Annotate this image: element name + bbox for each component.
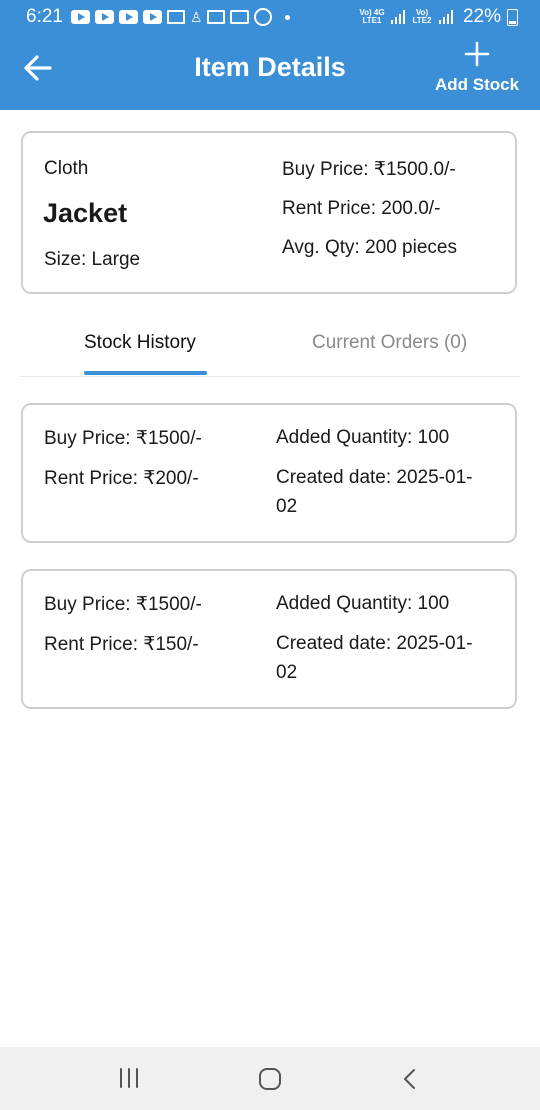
recents-button[interactable] — [117, 1067, 141, 1089]
signal2-icon — [438, 10, 453, 24]
stock-added-quantity: Added Quantity: 100 — [276, 427, 450, 448]
home-icon — [259, 1068, 281, 1090]
stock-history-card: Buy Price: ₹1500/- Rent Price: ₹200/- Ad… — [21, 403, 517, 543]
gmail-icon — [166, 10, 185, 24]
network1-label: Vo) 4G LTE1 — [359, 8, 385, 25]
item-category: Cloth — [44, 158, 89, 179]
add-stock-button[interactable]: Add Stock — [432, 40, 522, 102]
whatsapp-icon — [253, 8, 272, 26]
status-bar: 6:21 ♙ Vo) 4G LTE1 Vo) LTE2 22% — [0, 0, 540, 34]
signal1-icon — [390, 10, 405, 24]
tab-indicator — [84, 371, 207, 375]
stock-buy-price: Buy Price: ₹1500/- — [44, 428, 202, 449]
network2-label: Vo) LTE2 — [412, 8, 432, 25]
youtube-icon — [94, 10, 114, 24]
tab-bar: Stock History Current Orders (0) — [20, 318, 520, 377]
item-rent-price: Rent Price: 200.0/- — [282, 198, 441, 219]
youtube-icon — [142, 10, 162, 24]
recents-icon — [120, 1068, 138, 1088]
youtube-icon — [70, 10, 90, 24]
stock-added-quantity: Added Quantity: 100 — [276, 593, 450, 614]
add-stock-label: Add Stock — [434, 75, 520, 94]
tab-stock-history[interactable]: Stock History — [84, 332, 196, 354]
person-icon: ♙ — [189, 9, 203, 25]
stock-created-date: Created date: 2025-01-02 — [276, 633, 473, 683]
arrow-left-icon — [24, 55, 52, 81]
stock-created-date: Created date: 2025-01-02 — [276, 467, 473, 517]
gmail-icon — [206, 10, 225, 24]
plus-icon — [464, 41, 490, 67]
nav-back-button[interactable] — [399, 1067, 421, 1091]
media-icon — [229, 10, 249, 24]
stock-buy-price: Buy Price: ₹1500/- — [44, 594, 202, 615]
item-avg-qty: Avg. Qty: 200 pieces — [282, 237, 457, 258]
status-time: 6:21 — [26, 6, 63, 27]
item-size: Size: Large — [44, 249, 141, 270]
back-icon — [404, 1069, 415, 1089]
stock-rent-price: Rent Price: ₹200/- — [44, 468, 199, 489]
tab-current-orders[interactable]: Current Orders (0) — [312, 332, 467, 354]
status-right: Vo) 4G LTE1 Vo) LTE2 22% — [359, 0, 518, 34]
battery-icon — [507, 8, 518, 26]
back-button[interactable] — [20, 50, 56, 86]
home-button[interactable] — [258, 1067, 282, 1091]
battery-percent: 22% — [462, 6, 501, 27]
item-name: Jacket — [43, 198, 128, 228]
item-buy-price: Buy Price: ₹1500.0/- — [282, 159, 456, 180]
notification-icons: ♙ — [70, 8, 290, 26]
youtube-icon — [118, 10, 138, 24]
more-notifications-icon — [284, 14, 290, 20]
item-summary-card: Cloth Jacket Size: Large Buy Price: ₹150… — [21, 131, 517, 294]
app-bar: 6:21 ♙ Vo) 4G LTE1 Vo) LTE2 22% Item Det… — [0, 0, 540, 110]
stock-rent-price: Rent Price: ₹150/- — [44, 634, 199, 655]
system-nav-bar — [0, 1047, 540, 1110]
stock-history-card: Buy Price: ₹1500/- Rent Price: ₹150/- Ad… — [21, 569, 517, 709]
